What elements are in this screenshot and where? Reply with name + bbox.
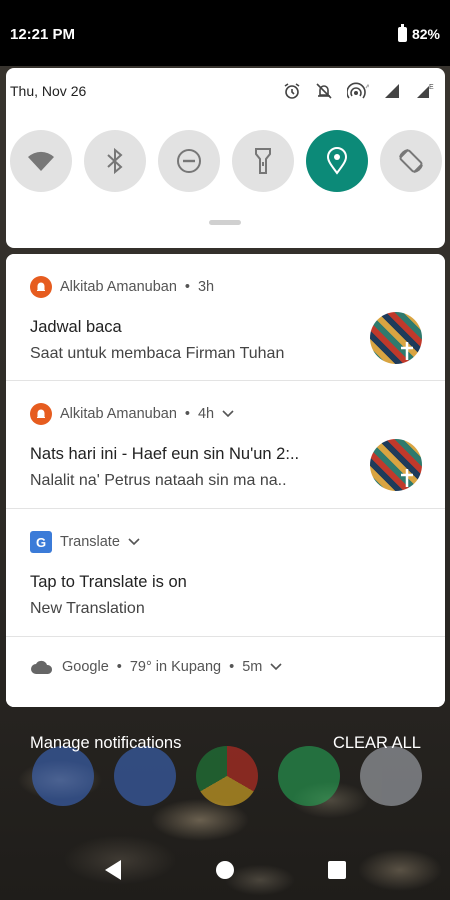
location-icon [326,147,348,175]
translate-icon: G [30,531,52,553]
notification-text: New Translation [30,600,145,617]
notification-item[interactable]: G Translate Tap to Translate is on New T… [6,509,445,637]
notification-item[interactable]: Alkitab Amanuban • 3h Jadwal baca Saat u… [6,254,445,381]
chevron-down-icon[interactable] [270,663,282,671]
clear-all-button[interactable]: CLEAR ALL [333,734,421,753]
notification-title: Tap to Translate is on [30,573,187,591]
camera-app-icon [360,746,422,806]
notification-thumbnail [370,439,422,491]
do-not-disturb-tile[interactable] [158,130,220,192]
notification-header: G Translate [30,531,140,553]
manage-notifications-button[interactable]: Manage notifications [30,734,181,753]
notifications-off-icon [316,83,332,99]
cross-icon [401,469,413,487]
back-icon[interactable] [103,859,123,881]
auto-rotate-icon [399,149,423,173]
messages-app-icon [32,746,94,806]
signal-icon [385,84,399,98]
recents-button[interactable] [328,861,346,879]
auto-rotate-tile[interactable] [380,130,442,192]
flashlight-icon [255,148,271,174]
chrome-app-icon [196,746,258,806]
app-name: Google [62,659,109,675]
app-name: Alkitab Amanuban [60,406,177,422]
alarm-icon [284,83,300,99]
cross-icon [401,342,413,360]
weather-detail: 79° in Kupang [129,659,222,675]
chevron-down-icon[interactable] [128,538,140,546]
notification-header: Alkitab Amanuban • 4h [30,403,234,425]
home-dock [0,746,450,810]
quick-settings-panel: Thu, Nov 26 E [6,68,445,248]
battery-percent: 82% [411,26,440,42]
navigation-bar [0,836,450,900]
notification-header: Google • 79° in Kupang • 5m [30,659,282,675]
wifi-icon [28,151,54,171]
bell-icon [30,276,52,298]
notification-text: Saat untuk membaca Firman Tuhan [30,345,285,362]
notification-header: Alkitab Amanuban • 3h [30,276,214,298]
bell-icon [30,403,52,425]
chevron-down-icon[interactable] [222,410,234,418]
whatsapp-app-icon [278,746,340,806]
qs-date: Thu, Nov 26 [10,83,87,99]
signal-e-icon: E [417,84,434,98]
qs-status-icons: E [283,82,435,100]
bluetooth-icon [107,148,123,174]
phone-app-icon [114,746,176,806]
notification-title: Nats hari ini - Haef eun sin Nu'un 2:.. [30,445,300,463]
bluetooth-tile[interactable] [84,130,146,192]
cloud-icon [30,659,54,675]
status-right: 82% [397,23,440,42]
notification-item[interactable]: Google • 79° in Kupang • 5m [6,637,445,707]
app-name: Translate [60,534,120,550]
notification-thumbnail [370,312,422,364]
notification-text: Nalalit na' Petrus nataah sin ma na.. [30,472,287,489]
notification-time: 4h [197,406,215,422]
flashlight-tile[interactable] [232,130,294,192]
battery-icon [397,23,407,42]
notification-title: Jadwal baca [30,318,122,336]
notification-list: Alkitab Amanuban • 3h Jadwal baca Saat u… [6,254,445,707]
notification-item[interactable]: Alkitab Amanuban • 4h Nats hari ini - Ha… [6,381,445,509]
wifi-tile[interactable] [10,130,72,192]
app-name: Alkitab Amanuban [60,279,177,295]
do-not-disturb-icon [177,149,201,173]
location-tile[interactable] [306,130,368,192]
qs-tiles [6,130,445,192]
hotspot-icon [347,82,369,99]
svg-text:E: E [429,84,434,91]
status-bar: 12:21 PM 82% [0,0,450,66]
home-button[interactable] [216,861,234,879]
notification-time: 3h [197,279,215,295]
notification-time: 5m [242,659,263,675]
qs-drag-handle[interactable] [209,220,241,225]
status-time: 12:21 PM [10,26,76,43]
